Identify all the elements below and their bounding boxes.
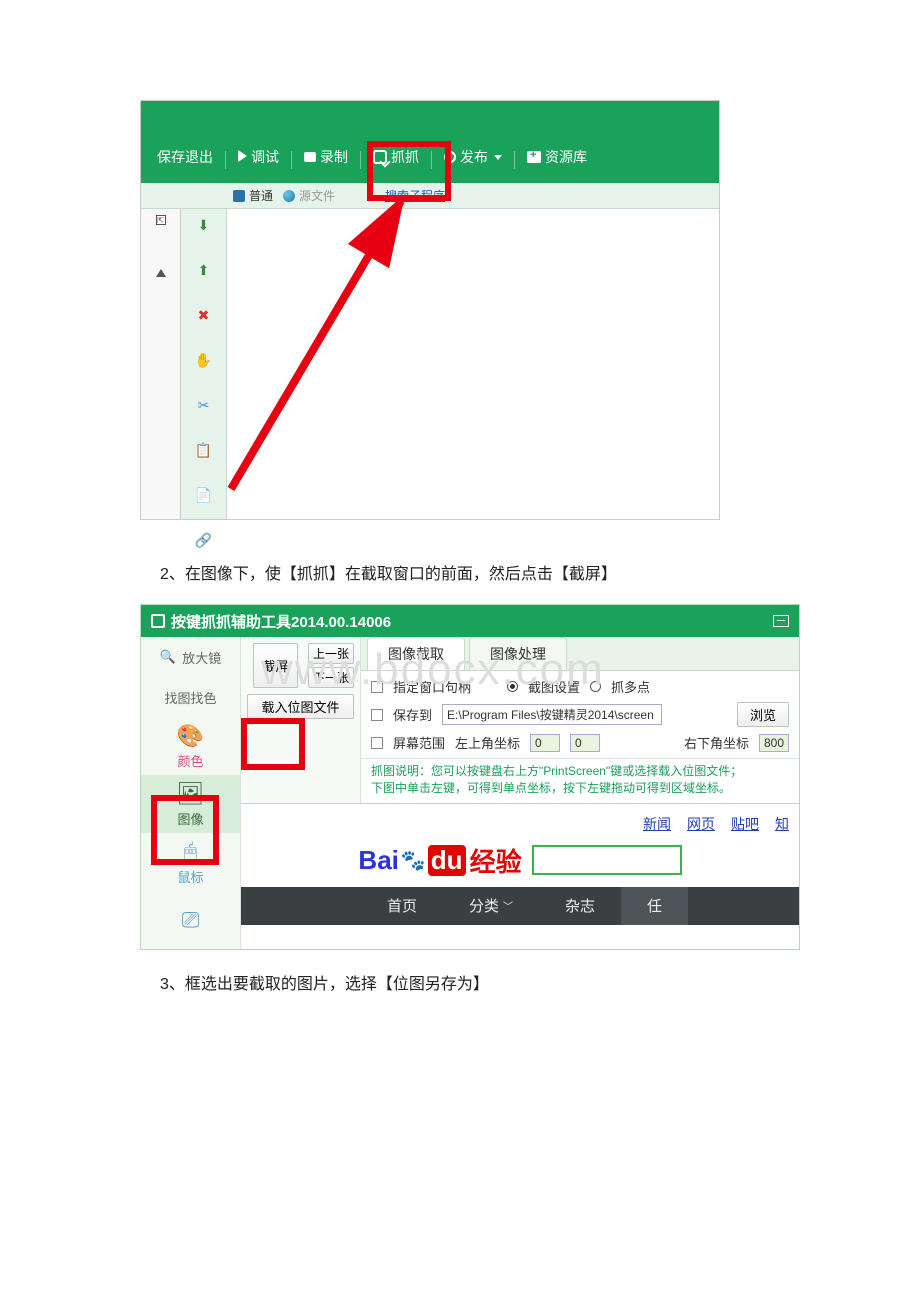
window-handle-label: 指定窗口句柄	[393, 677, 471, 696]
left-gutter: ⇱	[141, 209, 181, 519]
save-to-label: 保存到	[393, 705, 432, 724]
debug-label: 调试	[251, 147, 279, 167]
left-tool-panel: 🔍放大镜 找图找色 🎨颜色 🖼图像 🖱鼠标 ⎚	[141, 637, 241, 949]
debug-button[interactable]: 调试	[232, 145, 285, 169]
magnifier-label: 放大镜	[182, 648, 221, 667]
window-titlebar: 按键抓抓辅助工具2014.00.14006	[141, 605, 799, 637]
save-exit-button[interactable]: 保存退出	[151, 145, 219, 169]
scroll-up-icon[interactable]	[156, 269, 166, 277]
baidu-tabs: 新闻 网页 贴吧 知	[241, 804, 799, 834]
play-icon	[238, 149, 247, 165]
highlight-box-screenshot	[241, 718, 305, 770]
help-line-1: 抓图说明：您可以按键盘右上方"PrintScreen"键或选择载入位图文件；	[371, 764, 742, 778]
nav-category[interactable]: 分类﹀	[443, 887, 539, 925]
nav-home[interactable]: 首页	[361, 887, 443, 925]
save-path-input[interactable]: E:\Program Files\按键精灵2014\screen	[442, 704, 662, 725]
record-icon	[304, 152, 316, 162]
record-button[interactable]: 录制	[298, 145, 354, 169]
capture-settings-radio[interactable]	[507, 681, 518, 692]
next-button[interactable]: 下一张	[308, 667, 354, 688]
nav-task[interactable]: 任	[621, 887, 688, 925]
window-handle-checkbox[interactable]	[371, 681, 383, 693]
find-image-color-item[interactable]: 找图找色	[141, 677, 240, 717]
tab-image-process[interactable]: 图像处理	[469, 637, 567, 670]
library-icon	[527, 151, 541, 163]
sliders-icon: ⎚	[182, 907, 200, 933]
window-title: 按键抓抓辅助工具2014.00.14006	[171, 611, 391, 632]
nav-magazine[interactable]: 杂志	[539, 887, 621, 925]
separator	[360, 151, 361, 169]
browse-button[interactable]: 浏览	[737, 702, 789, 727]
br-input[interactable]: 800	[759, 734, 789, 752]
separator	[291, 151, 292, 169]
link-icon[interactable]: 🔗	[193, 532, 215, 549]
app-icon	[151, 614, 165, 628]
baidu-tab-more[interactable]: 知	[775, 814, 789, 834]
minimize-icon[interactable]	[773, 615, 789, 627]
highlight-box-image	[151, 795, 219, 865]
tl-x-input[interactable]: 0	[530, 734, 560, 752]
baidu-tab-tieba[interactable]: 贴吧	[731, 814, 759, 834]
step-3-caption: 3、框选出要截取的图片，选择【位图另存为】	[160, 970, 920, 994]
chevron-down-icon	[494, 155, 502, 160]
palette-icon: 🎨	[177, 723, 204, 749]
baidu-search-input[interactable]	[532, 845, 682, 875]
search-icon: 🔍	[160, 649, 176, 665]
pin-icon[interactable]: ⇱	[156, 215, 166, 225]
help-text: 抓图说明：您可以按键盘右上方"PrintScreen"键或选择载入位图文件； 下…	[361, 759, 799, 803]
library-button[interactable]: 资源库	[521, 145, 593, 169]
mouse-label: 鼠标	[177, 867, 203, 886]
sliders-item[interactable]: ⎚	[141, 891, 240, 949]
screen-range-label: 屏幕范围	[393, 733, 445, 752]
separator	[514, 151, 515, 169]
multi-point-radio[interactable]	[590, 681, 601, 692]
multi-point-label: 抓多点	[611, 677, 650, 696]
save-to-checkbox[interactable]	[371, 709, 383, 721]
highlight-arrow	[211, 189, 431, 499]
top-left-label: 左上角坐标	[455, 733, 520, 752]
separator	[225, 151, 226, 169]
find-image-color-label: 找图找色	[164, 688, 216, 707]
tab-image-capture[interactable]: 图像截取	[367, 637, 465, 670]
screenshot-button[interactable]: 截屏	[253, 643, 298, 688]
screenshot-2: 按键抓抓辅助工具2014.00.14006 www.bdocx.com 🔍放大镜…	[140, 604, 800, 950]
library-label: 资源库	[545, 147, 587, 167]
baidu-nav: 首页 分类﹀ 杂志 任	[241, 887, 799, 925]
prev-button[interactable]: 上一张	[308, 643, 354, 664]
bottom-right-label: 右下角坐标	[684, 733, 749, 752]
color-label: 颜色	[177, 751, 203, 770]
help-line-2: 下图中单击左键，可得到单点坐标，按下左键拖动可得到区域坐标。	[371, 781, 731, 795]
magnifier-item[interactable]: 🔍 放大镜	[141, 637, 240, 677]
baidu-tab-news[interactable]: 新闻	[643, 814, 671, 834]
capture-options: 指定窗口句柄 截图设置 抓多点 保存到 E:\Program Files\按	[361, 671, 799, 759]
color-item[interactable]: 🎨 颜色	[141, 717, 240, 775]
record-label: 录制	[320, 147, 348, 167]
baidu-logo: Bai🐾du经验	[358, 842, 521, 879]
screenshot-1: 保存退出 调试 录制 抓抓 发布 资源库 普通 源文件 搜索子程序 ⇱ ⬇	[140, 100, 720, 520]
screen-range-checkbox[interactable]	[371, 737, 383, 749]
baidu-tab-web[interactable]: 网页	[687, 814, 715, 834]
capture-settings-label: 截图设置	[528, 677, 580, 696]
captured-preview: 新闻 网页 贴吧 知 Bai🐾du经验 首页 分类﹀ 杂志	[241, 803, 799, 943]
step-2-caption: 2、在图像下，使【抓抓】在截取窗口的前面，然后点击【截屏】	[160, 560, 920, 584]
load-bitmap-button[interactable]: 载入位图文件	[247, 694, 354, 719]
tl-y-input[interactable]: 0	[570, 734, 600, 752]
capture-tabs: 图像截取 图像处理	[361, 637, 799, 671]
publish-label: 发布	[460, 147, 488, 167]
